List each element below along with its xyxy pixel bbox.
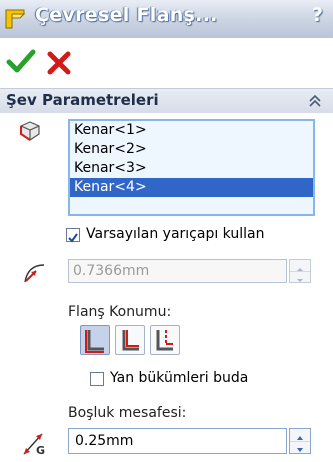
bend-radius-icon [24, 264, 45, 283]
sheet-metal-edge-flange-icon [5, 9, 26, 29]
section-title: Şev Parametreleri [6, 91, 159, 109]
section-header[interactable]: Şev Parametreleri [0, 88, 333, 114]
bend-radius-spinner[interactable] [289, 259, 311, 283]
cancel-x-icon[interactable] [46, 50, 72, 76]
edge-list-item[interactable]: Kenar<2> [70, 140, 313, 159]
flange-position-material-inside-button[interactable] [80, 325, 110, 355]
flange-position-material-outside-button[interactable] [115, 325, 145, 355]
window-title: Çevresel Flanş... [35, 4, 218, 26]
flange-position-bend-outside-button[interactable] [150, 325, 180, 355]
help-button[interactable]: ? [312, 4, 323, 26]
edge-list-item-selected[interactable]: Kenar<4> [70, 178, 313, 197]
gap-distance-label: Boşluk mesafesi: [68, 405, 187, 421]
arrow-down-icon [297, 448, 303, 452]
spin-down-button[interactable] [290, 441, 310, 453]
check-icon [68, 233, 78, 243]
bend-radius-input[interactable] [68, 259, 287, 283]
use-default-radius-label: Varsayılan yarıçapı kullan [86, 226, 265, 242]
action-row [0, 38, 333, 88]
bend-outside-icon [156, 330, 173, 351]
spin-down-button[interactable] [290, 271, 310, 282]
flange-position-label: Flanş Konumu: [68, 304, 172, 320]
edge-selection-icon [20, 121, 40, 141]
edge-list-item[interactable]: Kenar<1> [70, 121, 313, 140]
material-inside-icon [85, 330, 104, 353]
use-default-radius-checkbox[interactable] [66, 228, 80, 243]
edges-list[interactable]: Kenar<1> Kenar<2> Kenar<3> Kenar<4> [68, 119, 315, 216]
edge-list-item[interactable]: Kenar<3> [70, 159, 313, 178]
collapse-chevron-icon[interactable] [307, 93, 323, 109]
arrow-down-icon [297, 279, 303, 282]
title-bar: Çevresel Flanş... ? [0, 0, 333, 39]
gap-distance-icon: G [20, 428, 50, 458]
trim-side-bends-checkbox[interactable] [90, 372, 104, 386]
gap-icon-letter: G [36, 444, 46, 457]
trim-side-bends-label: Yan bükümleri buda [110, 370, 249, 386]
ok-checkmark-icon[interactable] [6, 46, 36, 76]
gap-distance-input[interactable] [68, 428, 287, 454]
material-outside-icon [122, 330, 139, 351]
gap-distance-spinner[interactable] [289, 428, 311, 454]
